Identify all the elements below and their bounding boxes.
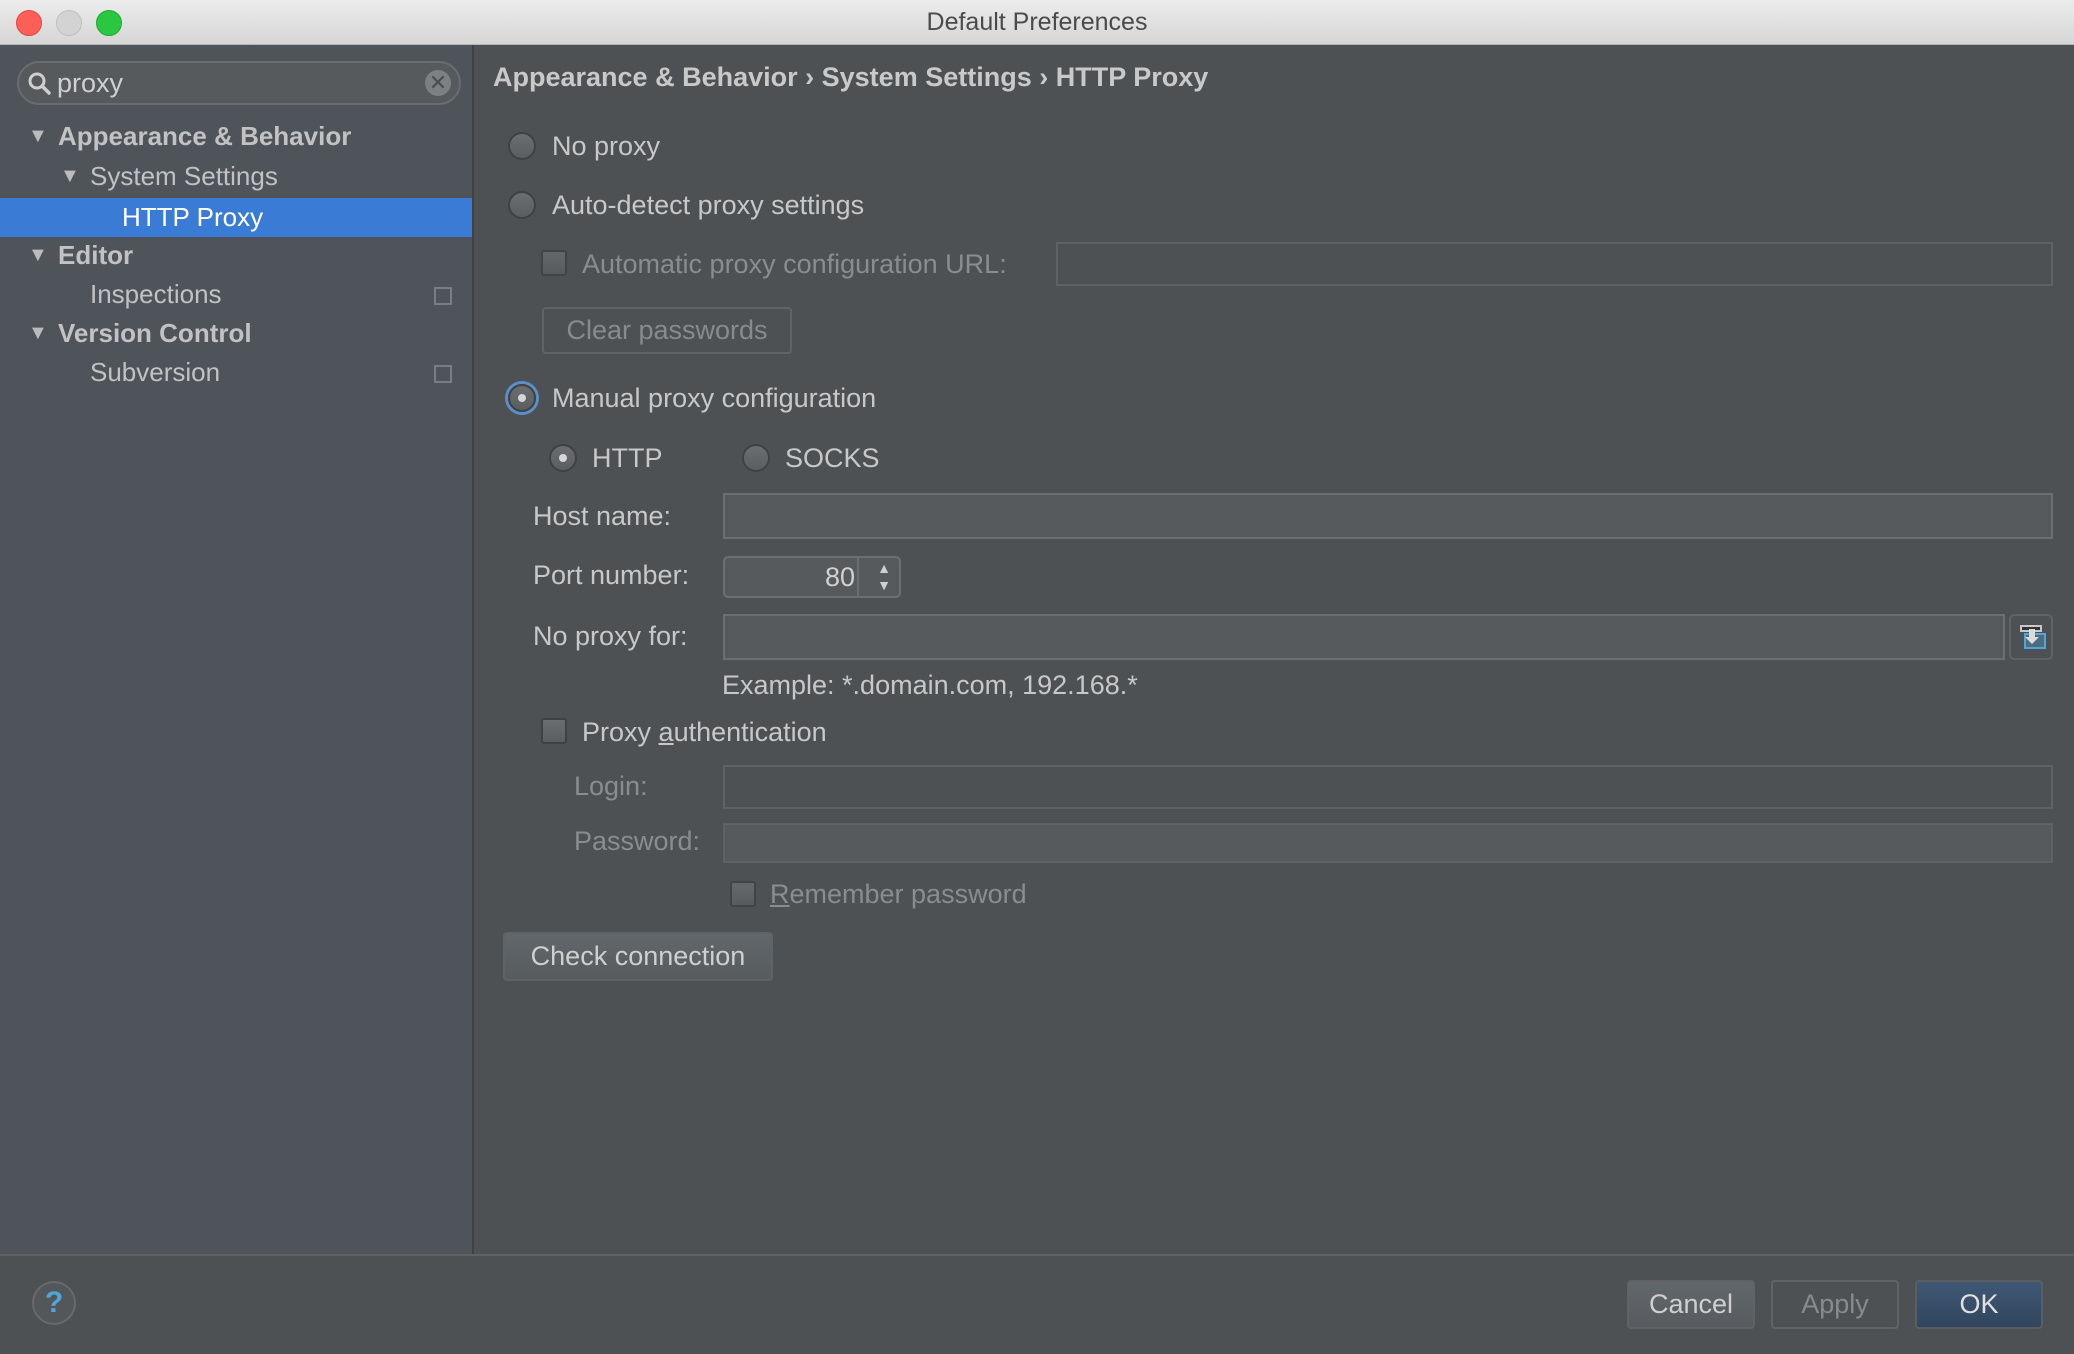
password-input[interactable] [723, 823, 2053, 863]
no-proxy-for-label: No proxy for: [533, 621, 688, 651]
auto-detect-label: Auto-detect proxy settings [552, 190, 865, 220]
project-settings-icon [434, 287, 452, 305]
stepper-up-icon[interactable]: ▲ [877, 560, 891, 576]
clear-passwords-button[interactable]: Clear passwords [542, 307, 792, 354]
http-radio[interactable] [549, 444, 577, 472]
sidebar-item-label: Editor [58, 240, 134, 270]
breadcrumb-item: HTTP Proxy [1055, 62, 1209, 92]
sidebar-item-editor[interactable]: ▼ Editor [0, 236, 472, 275]
port-number-label: Port number: [533, 560, 690, 590]
host-name-input[interactable] [723, 493, 2053, 539]
help-icon[interactable]: ? [32, 1281, 76, 1325]
search-input[interactable]: proxy ✕ [17, 61, 461, 105]
expand-field-icon [2020, 625, 2046, 649]
sidebar-item-label: Subversion [90, 357, 221, 387]
port-value: 80 [824, 562, 855, 592]
no-proxy-example: Example: *.domain.com, 192.168.* [722, 670, 1138, 700]
ok-button[interactable]: OK [1915, 1280, 2043, 1329]
window-title: Default Preferences [926, 8, 1148, 36]
breadcrumb-separator: › [805, 62, 815, 92]
check-connection-button[interactable]: Check connection [503, 932, 773, 981]
sidebar-item-subversion[interactable]: Subversion [0, 353, 472, 392]
remember-password-checkbox[interactable] [730, 881, 756, 907]
title-bar: Default Preferences [0, 0, 2074, 45]
sidebar-item-label: Inspections [90, 279, 222, 309]
expand-arrow-icon[interactable]: ▼ [28, 117, 48, 156]
expand-field-button[interactable] [2009, 614, 2053, 660]
proxy-auth-label: Proxy authentication [582, 717, 827, 747]
expand-arrow-icon[interactable]: ▼ [28, 314, 48, 353]
breadcrumb-item: System Settings [821, 62, 1032, 92]
auto-url-checkbox[interactable] [541, 250, 567, 276]
project-settings-icon [434, 365, 452, 383]
sidebar-item-inspections[interactable]: Inspections [0, 275, 472, 314]
no-proxy-for-input[interactable] [723, 614, 2005, 660]
login-label: Login: [574, 771, 648, 801]
sidebar-item-label: HTTP Proxy [122, 202, 264, 232]
no-proxy-label: No proxy [552, 131, 661, 161]
sidebar-item-http-proxy[interactable]: HTTP Proxy [0, 198, 472, 237]
expand-arrow-icon[interactable]: ▼ [28, 236, 48, 275]
sidebar-item-appearance-behavior[interactable]: ▼ Appearance & Behavior [0, 117, 472, 156]
sidebar-item-label: System Settings [90, 161, 278, 191]
search-icon [28, 72, 51, 95]
dialog-footer [0, 1254, 2074, 1354]
sidebar-item-label: Version Control [58, 318, 252, 348]
auto-url-label: Automatic proxy configuration URL: [582, 249, 1007, 279]
clear-search-icon[interactable]: ✕ [425, 70, 451, 96]
auto-url-input[interactable] [1056, 242, 2053, 286]
sidebar-item-system-settings[interactable]: ▼ System Settings [0, 157, 472, 196]
port-number-stepper[interactable]: 80 ▲ ▼ [723, 556, 901, 598]
remember-password-label: Remember password [770, 879, 1027, 909]
socks-radio[interactable] [742, 444, 770, 472]
search-value: proxy [57, 68, 124, 98]
host-name-label: Host name: [533, 501, 672, 531]
login-input[interactable] [723, 765, 2053, 809]
socks-label: SOCKS [785, 443, 880, 473]
manual-proxy-label: Manual proxy configuration [552, 383, 877, 413]
sidebar-item-label: Appearance & Behavior [58, 121, 352, 151]
stepper-divider [857, 558, 859, 596]
proxy-auth-checkbox[interactable] [541, 718, 567, 744]
auto-detect-radio[interactable] [508, 191, 536, 219]
stepper-down-icon[interactable]: ▼ [877, 577, 891, 593]
apply-button[interactable]: Apply [1771, 1280, 1899, 1329]
cancel-button[interactable]: Cancel [1627, 1280, 1755, 1329]
no-proxy-radio[interactable] [508, 132, 536, 160]
manual-proxy-radio[interactable] [508, 384, 536, 412]
expand-arrow-icon[interactable]: ▼ [60, 157, 80, 196]
password-label: Password: [574, 826, 701, 856]
sidebar-item-version-control[interactable]: ▼ Version Control [0, 314, 472, 353]
breadcrumb-item: Appearance & Behavior [493, 62, 798, 92]
breadcrumb: Appearance & Behavior › System Settings … [493, 62, 1208, 93]
breadcrumb-separator: › [1039, 62, 1049, 92]
http-label: HTTP [592, 443, 663, 473]
